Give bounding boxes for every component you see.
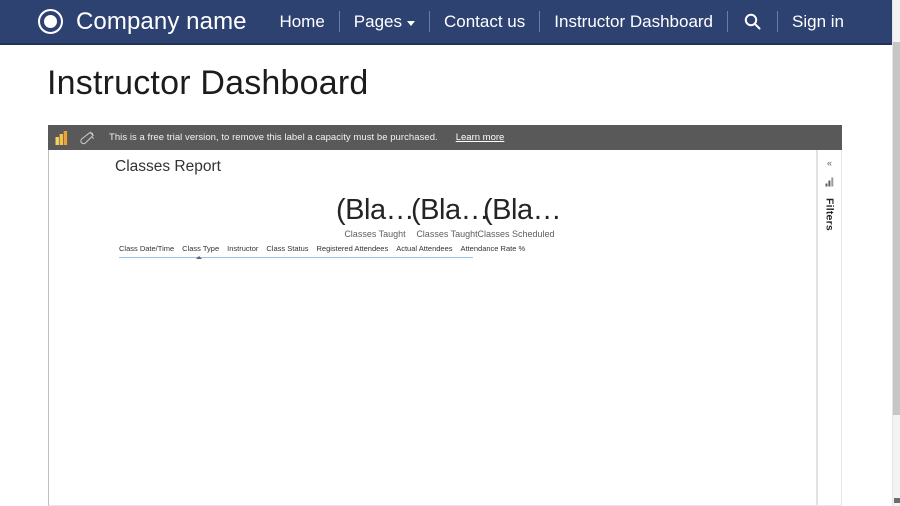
trial-banner: This is a free trial version, to remove … [48,125,842,150]
brand-name: Company name [76,7,247,35]
scroll-down-arrow-icon[interactable] [894,498,900,503]
nav-link-contact-us[interactable]: Contact us [430,13,539,30]
classes-table-header: Class Date/Time Class Type Instructor Cl… [119,244,525,259]
nav-link-instructor-dashboard-label: Instructor Dashboard [554,12,714,31]
power-bi-logo-icon [55,130,68,145]
page-scrollbar[interactable] [892,0,900,506]
column-header-class-type-label: Class Type [182,244,220,253]
search-icon[interactable] [728,13,777,30]
kpi-label: Classes Taught [416,229,478,240]
chevron-double-left-icon[interactable]: « [827,159,832,168]
nav-link-sign-in[interactable]: Sign in [778,13,858,30]
brand-logo-link[interactable]: Company name [38,8,247,36]
page-title: Instructor Dashboard [47,64,369,102]
column-header-class-type[interactable]: Class Type [178,244,223,259]
kpi-value: (Bla… [483,194,562,226]
column-header-attendance-rate[interactable]: Attendance Rate % [457,244,530,255]
report-body: Classes Report (Bla… Classes Taught (Bla… [48,150,842,506]
nav-separator [777,11,779,32]
kpi-value: (Bla… [411,194,490,226]
column-header-instructor[interactable]: Instructor [223,244,262,255]
nav-links: Home Pages Contact us Instructor Dashboa… [265,0,858,43]
nav-separator [338,11,340,32]
kpi-card[interactable]: (Bla… Classes Scheduled [477,194,562,239]
filters-pane: « Filters [817,150,841,505]
column-header-class-date-time[interactable]: Class Date/Time [119,244,178,255]
nav-link-home-label: Home [279,12,325,31]
nav-link-home[interactable]: Home [265,13,338,30]
kpi-card-row: (Bla… Classes Taught (Bla… Classes Taugh… [336,194,562,240]
page-scrollbar-thumb[interactable] [893,42,900,415]
nav-link-instructor-dashboard[interactable]: Instructor Dashboard [540,13,727,30]
report-canvas[interactable]: Classes Report (Bla… Classes Taught (Bla… [49,150,817,505]
nav-separator [727,11,729,32]
kpi-value: (Bla… [336,194,415,226]
nav-separator [429,11,430,32]
filters-pane-label: Filters [823,198,836,231]
learn-more-link[interactable]: Learn more [456,132,505,143]
nav-link-pages-label: Pages [353,12,402,31]
column-header-registered-attendees[interactable]: Registered Attendees [313,244,393,255]
trial-banner-text: This is a free trial version, to remove … [109,132,438,143]
kpi-label: Classes Scheduled [477,229,555,240]
kpi-card[interactable]: (Bla… Classes Taught [336,194,415,240]
kpi-label: Classes Taught [344,229,406,240]
top-navbar: Company name Home Pages Contact us Instr… [0,0,892,45]
column-header-class-status[interactable]: Class Status [262,244,312,255]
sort-ascending-icon [196,255,203,259]
chevron-down-icon [407,20,415,26]
capacity-brush-icon [80,131,94,144]
column-header-actual-attendees[interactable]: Actual Attendees [392,244,456,255]
nav-link-pages[interactable]: Pages [340,13,429,30]
filter-icon[interactable] [825,177,835,187]
nav-link-contact-us-label: Contact us [444,12,526,31]
target-circle-icon [38,9,63,34]
sign-in-label: Sign in [792,12,844,31]
powerbi-embed-frame: This is a free trial version, to remove … [48,125,842,506]
kpi-card[interactable]: (Bla… Classes Taught [411,194,490,240]
report-title: Classes Report [115,158,221,175]
nav-separator [539,11,541,32]
